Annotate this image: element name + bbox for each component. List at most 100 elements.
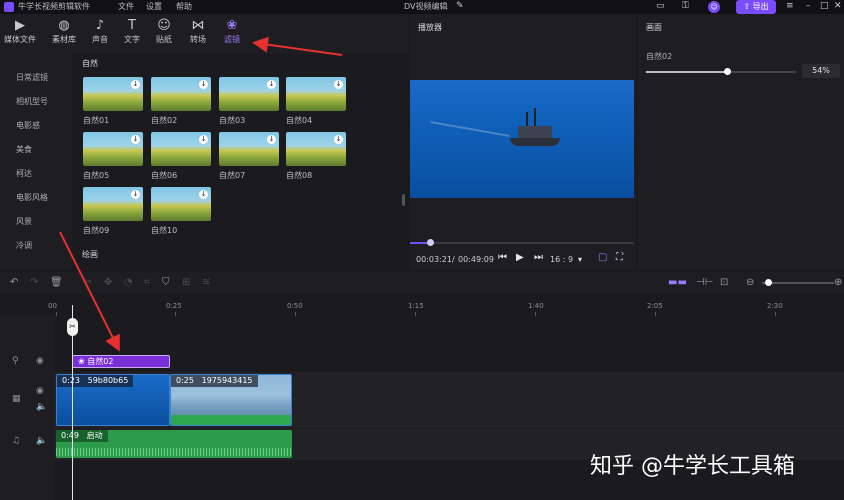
timeline-toolbar: ↶ ↷ 🗑 ✂ ✥ ◔ ⌗ ⛉ ⊞ ≋ ▬▬ ⊣⊢ ⊡ ⊖ ⊕	[0, 272, 844, 294]
menu-icon[interactable]: ≡	[786, 1, 794, 11]
tool-transition[interactable]: ⋈ 转场	[180, 18, 216, 54]
eye-icon[interactable]: ◉	[36, 386, 44, 396]
undo-icon[interactable]: ↶	[10, 277, 18, 288]
tool-library[interactable]: ◍ 素材库	[46, 18, 82, 54]
intensity-value[interactable]: 54%	[802, 64, 840, 78]
download-icon[interactable]: ↓	[131, 80, 140, 89]
tool-media-label: 媒体文件	[4, 35, 36, 44]
intensity-slider[interactable]	[646, 68, 796, 75]
filter-thumbnail[interactable]: ↓	[151, 77, 211, 111]
ruler-label: 0:50	[287, 302, 303, 310]
tool-audio[interactable]: ♪ 声音	[82, 18, 118, 54]
video-clip[interactable]: 0:25 1975943415	[170, 374, 292, 426]
timeline-ruler[interactable]: 00 0:25 0:50 1:15 1:40 2:05 2:30	[0, 294, 844, 316]
snap-icon[interactable]: ▬▬	[668, 277, 687, 288]
key-icon[interactable]: ⚿	[682, 1, 689, 11]
filter-thumbnail[interactable]: ↓	[151, 187, 211, 221]
player-panel: 播放器 00:03:21 / 00:49:09 ⏮ ▶ ⏭ 16 : 9 ▾ ▢…	[410, 14, 636, 270]
menu-settings[interactable]: 设置	[146, 1, 162, 12]
tool-sticker[interactable]: ☺ 贴纸	[146, 18, 182, 54]
zoom-in-icon[interactable]: ⊕	[834, 277, 842, 288]
menu-file[interactable]: 文件	[118, 1, 134, 12]
chevron-down-icon[interactable]: ▾	[578, 255, 582, 264]
delete-icon[interactable]: 🗑	[50, 277, 63, 288]
monitor-icon[interactable]: ▭	[656, 1, 665, 11]
pin-icon[interactable]: ⚲	[12, 356, 19, 366]
category-item[interactable]: 相机型号	[16, 96, 48, 107]
speaker-icon[interactable]: 🔈	[36, 402, 47, 412]
menu-help[interactable]: 帮助	[176, 1, 192, 12]
grid-scrollbar[interactable]	[400, 54, 408, 270]
playback-progress[interactable]	[410, 239, 634, 246]
filter-thumbnail[interactable]: ↓	[83, 187, 143, 221]
category-item[interactable]: 日常滤镜	[16, 72, 48, 83]
download-icon[interactable]: ↓	[267, 135, 276, 144]
category-item[interactable]: 电影风格	[16, 192, 48, 203]
redo-icon[interactable]: ↷	[30, 277, 38, 288]
filter-thumbnail[interactable]: ↓	[286, 77, 346, 111]
filter-thumbnail[interactable]: ↓	[151, 132, 211, 166]
freeze-icon[interactable]: ⊞	[182, 277, 190, 288]
edit-title-icon[interactable]: ✎	[456, 1, 464, 11]
download-icon[interactable]: ↓	[131, 190, 140, 199]
split-view-icon[interactable]: ⊣⊢	[696, 277, 713, 288]
download-icon[interactable]: ↓	[334, 80, 343, 89]
category-item[interactable]: 电影感	[16, 120, 40, 131]
zoom-knob[interactable]	[765, 279, 772, 286]
track-headers: ⚲ ◉ ▦ ◉ 🔈 ♫ 🔈	[0, 316, 54, 500]
video-clip[interactable]: 0:23 59b80b65	[56, 374, 170, 426]
ruler-label: 1:40	[528, 302, 544, 310]
filter-thumbnail[interactable]: ↓	[286, 132, 346, 166]
filter-icon: ❀	[226, 18, 238, 33]
zoom-out-icon[interactable]: ⊖	[746, 277, 754, 288]
playhead-handle[interactable]: ✂	[67, 318, 78, 336]
download-icon[interactable]: ↓	[334, 135, 343, 144]
eye-icon[interactable]: ◉	[36, 356, 44, 366]
slider-knob[interactable]	[724, 68, 731, 75]
filter-name: 自然08	[286, 171, 313, 180]
category-item[interactable]: 柯达	[16, 168, 32, 179]
download-icon[interactable]: ↓	[267, 80, 276, 89]
title-bar: 牛学长视频剪辑软件 文件 设置 帮助 DV视频编辑 ✎ ▭ ⚿ ☺ ⇪ 导出 ≡…	[0, 0, 844, 14]
audio-clip[interactable]: 0:49 启动	[56, 430, 292, 458]
category-item[interactable]: 冷调	[16, 240, 32, 251]
filter-clip[interactable]: ❀ 自然02	[72, 355, 170, 368]
move-icon[interactable]: ✥	[104, 277, 112, 288]
crop-tool-icon[interactable]: ⌗	[144, 277, 150, 288]
tool-filter[interactable]: ❀ 滤镜	[214, 18, 250, 54]
ruler-tick	[655, 312, 656, 316]
filter-thumbnail[interactable]: ↓	[219, 132, 279, 166]
download-icon[interactable]: ↓	[199, 80, 208, 89]
close-icon[interactable]: ✕	[834, 1, 842, 11]
filter-thumbnail[interactable]: ↓	[83, 132, 143, 166]
account-icon[interactable]: ☺	[708, 1, 720, 13]
play-icon[interactable]: ▶	[516, 252, 524, 263]
audio-detach-icon[interactable]: ≋	[202, 277, 210, 288]
fit-timeline-icon[interactable]: ⊡	[720, 277, 728, 288]
video-preview[interactable]	[410, 80, 634, 198]
download-icon[interactable]: ↓	[131, 135, 140, 144]
speed-icon[interactable]: ◔	[124, 277, 133, 288]
split-icon[interactable]: ✂	[84, 277, 92, 288]
tool-media[interactable]: ▶ 媒体文件	[2, 18, 38, 54]
download-icon[interactable]: ↓	[199, 190, 208, 199]
category-item[interactable]: 风景	[16, 216, 32, 227]
minimize-icon[interactable]: –	[806, 1, 811, 11]
maximize-icon[interactable]: □	[820, 1, 829, 11]
zoom-slider[interactable]	[762, 279, 834, 286]
download-icon[interactable]: ↓	[199, 135, 208, 144]
progress-knob[interactable]	[427, 239, 435, 246]
crop-icon[interactable]: ▢	[598, 252, 607, 263]
next-frame-icon[interactable]: ⏭	[534, 252, 543, 263]
scrollbar-thumb[interactable]	[402, 194, 405, 206]
prev-frame-icon[interactable]: ⏮	[498, 252, 507, 263]
category-item[interactable]: 美食	[16, 144, 32, 155]
shield-icon[interactable]: ⛉	[162, 277, 170, 288]
filter-thumbnail[interactable]: ↓	[219, 77, 279, 111]
filter-thumbnail[interactable]: ↓	[83, 77, 143, 111]
aspect-ratio-select[interactable]: 16 : 9	[550, 255, 573, 264]
speaker-icon[interactable]: 🔈	[36, 436, 47, 446]
tool-text[interactable]: T 文字	[114, 18, 150, 54]
fullscreen-icon[interactable]: ⛶	[616, 252, 623, 263]
export-button[interactable]: ⇪ 导出	[736, 0, 776, 14]
